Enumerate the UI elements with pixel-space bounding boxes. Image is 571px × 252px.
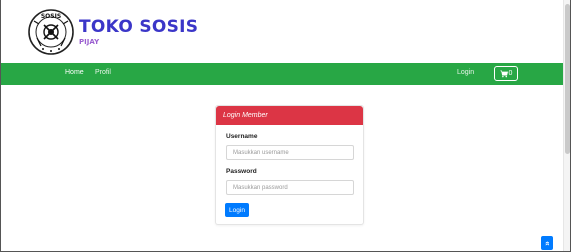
login-card-title: Login Member xyxy=(216,106,363,125)
page-scrollbar[interactable] xyxy=(563,0,570,251)
brand-subtitle: PIJAY xyxy=(79,38,100,46)
scrollbar-thumb[interactable] xyxy=(565,4,570,154)
logo-icon: SOSIS xyxy=(28,9,74,55)
login-button[interactable]: Login xyxy=(225,203,249,217)
scroll-top-button[interactable]: » xyxy=(541,236,553,250)
logo-text: SOSIS xyxy=(41,13,61,20)
nav-profil-link[interactable]: Profil xyxy=(95,69,111,76)
cart-button[interactable]: 0 xyxy=(494,66,518,81)
cart-count: 0 xyxy=(508,70,513,77)
password-label: Password xyxy=(226,168,257,175)
password-input[interactable]: Masukkan password xyxy=(226,180,354,195)
brand-title[interactable]: TOKO SOSIS xyxy=(79,18,198,36)
navbar: Home Profil Login 0 xyxy=(1,63,563,85)
username-input[interactable]: Masukkan username xyxy=(226,145,354,160)
page: SOSIS TOKO SOSIS PIJAY Home Profil Login… xyxy=(1,0,563,251)
nav-home-link[interactable]: Home xyxy=(65,69,84,76)
double-chevron-up-icon: » xyxy=(542,240,552,246)
cart-icon xyxy=(499,69,508,77)
username-label: Username xyxy=(226,133,258,140)
nav-login-link[interactable]: Login xyxy=(457,69,474,76)
login-card: Login Member Username Masukkan username … xyxy=(215,105,364,225)
brand[interactable]: SOSIS TOKO SOSIS PIJAY xyxy=(27,8,198,56)
